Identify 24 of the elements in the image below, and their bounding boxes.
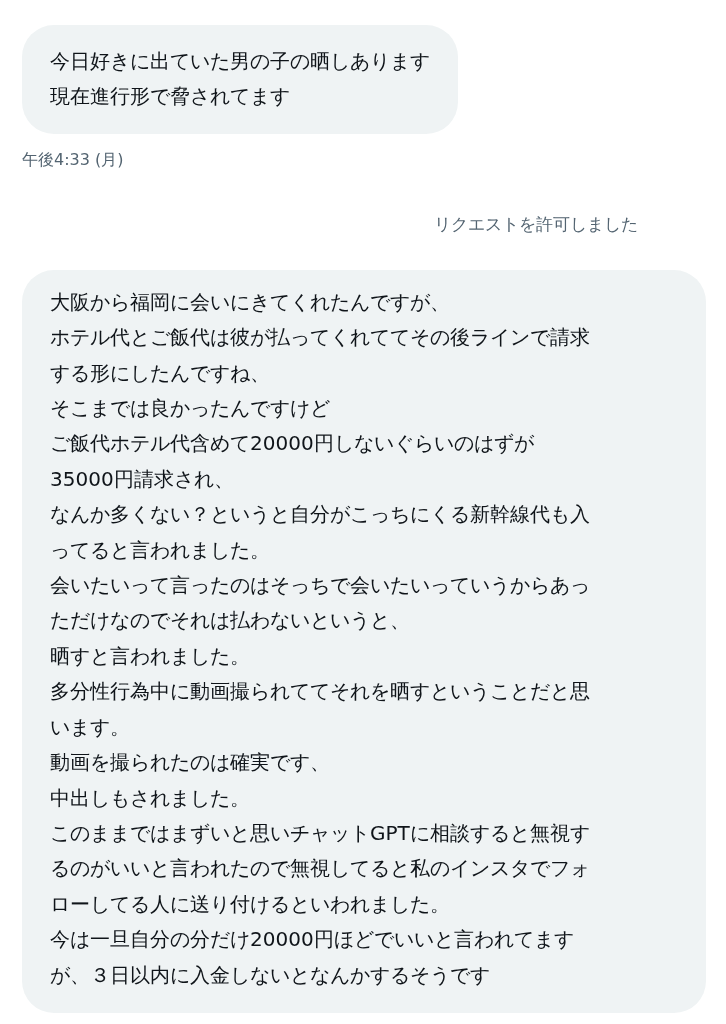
message-text: るのがいいと言われたので無視してると私のインスタでフォ xyxy=(50,855,591,883)
message-text: 多分性行為中に動画撮られててそれを晒すということだと思 xyxy=(50,678,591,706)
message-text: なんか多くない？というと自分がこっちにくる新幹線代も入 xyxy=(50,501,591,529)
system-notice: リクエストを許可しました xyxy=(434,212,638,236)
message-text: ホテル代とご飯代は彼が払ってくれててその後ラインで請求 xyxy=(50,324,591,352)
message-text: ってると言われました。 xyxy=(50,536,271,564)
message-text: ただけなのでそれは払わないというと、 xyxy=(50,607,411,635)
message-text: ご飯代ホテル代含めて20000円しないぐらいのはずが xyxy=(50,430,535,458)
message-text: 会いたいって言ったのはそっちで会いたいっていうからあっ xyxy=(50,572,591,600)
message-text: 35000円請求され、 xyxy=(50,465,235,493)
message-text: が、３日以内に入金しないとなんかするそうです xyxy=(50,961,491,989)
message-text: このままではまずいと思いチャットGPTに相談すると無視す xyxy=(50,819,591,847)
timestamp: 午後4:33 (月) xyxy=(22,148,124,171)
message-text: 今日好きに出ていた男の子の晒しあります xyxy=(50,48,430,75)
message-text: 動画を撮られたのは確実です、 xyxy=(50,749,331,777)
message-text: 今は一旦自分の分だけ20000円ほどでいいと言われてます xyxy=(50,926,575,954)
message-text: そこまでは良かったんですけど xyxy=(50,395,331,423)
message-text: 中出しもされました。 xyxy=(50,784,251,812)
message-text: する形にしたんですね、 xyxy=(50,359,271,387)
message-text: 現在進行形で脅されてます xyxy=(50,83,291,111)
message-text: 大阪から福岡に会いにきてくれたんですが、 xyxy=(50,288,451,316)
message-text: ローしてる人に送り付けるといわれました。 xyxy=(50,890,451,918)
message-text: 晒すと言われました。 xyxy=(50,642,251,670)
message-text: います。 xyxy=(50,713,131,741)
